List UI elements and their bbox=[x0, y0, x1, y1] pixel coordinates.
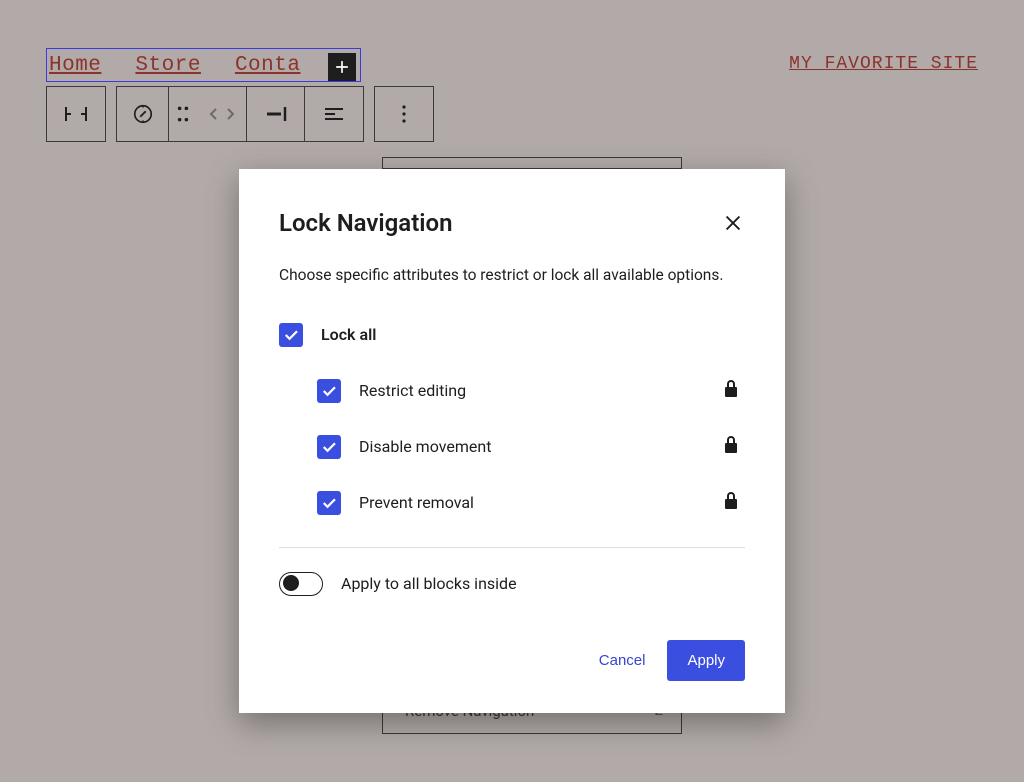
select-parent-button[interactable] bbox=[117, 87, 169, 141]
more-options-button[interactable] bbox=[375, 87, 433, 141]
close-icon bbox=[722, 212, 744, 234]
align-button[interactable] bbox=[247, 87, 305, 141]
block-toolbar bbox=[46, 86, 434, 142]
toolbar-group-controls bbox=[116, 86, 364, 142]
toolbar-group-more bbox=[374, 86, 434, 142]
restrict-editing-checkbox[interactable] bbox=[317, 379, 341, 403]
disable-movement-checkbox[interactable] bbox=[317, 435, 341, 459]
justify-button[interactable] bbox=[305, 87, 363, 141]
modal-footer: Cancel Apply bbox=[279, 640, 745, 681]
restrict-editing-label: Restrict editing bbox=[359, 381, 466, 400]
prevent-removal-row[interactable]: Prevent removal bbox=[279, 491, 745, 515]
prevent-removal-checkbox[interactable] bbox=[317, 491, 341, 515]
cancel-button[interactable]: Cancel bbox=[583, 640, 662, 681]
lock-all-checkbox[interactable] bbox=[279, 323, 303, 347]
align-right-icon bbox=[264, 105, 288, 123]
restrict-editing-row[interactable]: Restrict editing bbox=[279, 379, 745, 403]
lock-icon bbox=[723, 491, 739, 515]
drag-icon bbox=[176, 105, 190, 123]
apply-inside-label: Apply to all blocks inside bbox=[341, 574, 517, 593]
disable-movement-label: Disable movement bbox=[359, 437, 491, 456]
lock-all-row[interactable]: Lock all bbox=[279, 323, 745, 347]
check-icon bbox=[320, 382, 338, 400]
chevron-left-right-icon bbox=[207, 105, 237, 123]
nav-link-contact[interactable]: Conta bbox=[235, 54, 301, 77]
lock-icon bbox=[723, 379, 739, 403]
check-icon bbox=[320, 438, 338, 456]
nav-links-block[interactable]: Home Store Conta bbox=[46, 48, 361, 82]
modal-header: Lock Navigation bbox=[279, 209, 745, 237]
drag-handle[interactable] bbox=[169, 87, 197, 141]
modal-title: Lock Navigation bbox=[279, 209, 452, 237]
toggle-knob bbox=[283, 575, 299, 591]
apply-button[interactable]: Apply bbox=[667, 640, 745, 681]
move-buttons[interactable] bbox=[197, 87, 247, 141]
nav-link-home[interactable]: Home bbox=[49, 54, 101, 77]
compass-icon bbox=[132, 103, 154, 125]
more-vertical-icon bbox=[401, 104, 407, 124]
top-navigation: Home Store Conta MY FAVORITE SITE bbox=[0, 0, 1024, 82]
add-block-button[interactable] bbox=[328, 53, 356, 81]
lock-all-label: Lock all bbox=[321, 325, 376, 344]
navigation-icon bbox=[63, 103, 89, 125]
divider bbox=[279, 547, 745, 548]
apply-inside-toggle[interactable] bbox=[279, 572, 323, 596]
lock-icon bbox=[723, 435, 739, 459]
apply-inside-row[interactable]: Apply to all blocks inside bbox=[279, 572, 745, 596]
prevent-removal-label: Prevent removal bbox=[359, 493, 474, 512]
lock-navigation-modal: Lock Navigation Choose specific attribut… bbox=[239, 169, 785, 713]
block-type-button[interactable] bbox=[47, 87, 105, 141]
toolbar-group-type bbox=[46, 86, 106, 142]
site-title[interactable]: MY FAVORITE SITE bbox=[789, 54, 978, 74]
modal-description: Choose specific attributes to restrict o… bbox=[279, 265, 745, 287]
justify-left-icon bbox=[323, 106, 345, 122]
close-button[interactable] bbox=[721, 211, 745, 235]
plus-icon bbox=[332, 57, 352, 77]
check-icon bbox=[282, 326, 300, 344]
dropdown-menu-frame bbox=[382, 157, 682, 169]
disable-movement-row[interactable]: Disable movement bbox=[279, 435, 745, 459]
nav-link-store[interactable]: Store bbox=[135, 54, 201, 77]
check-icon bbox=[320, 494, 338, 512]
